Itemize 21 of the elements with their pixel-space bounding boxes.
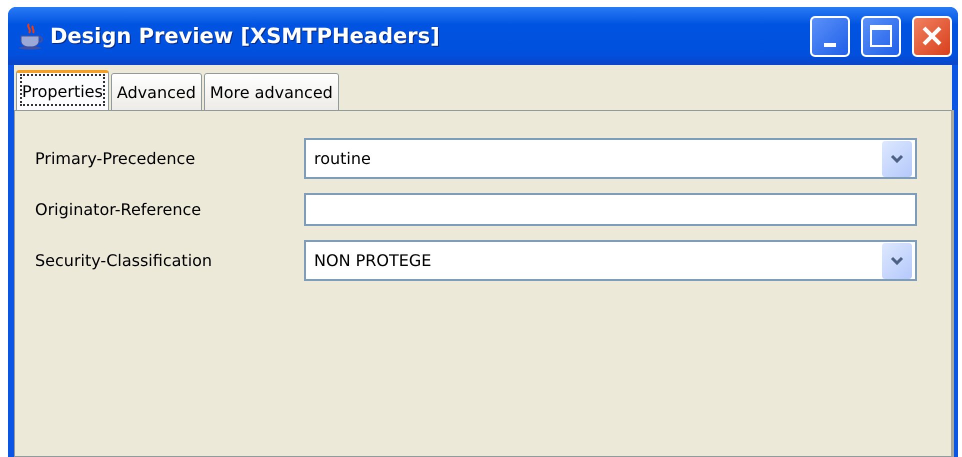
window-title: Design Preview [XSMTPHeaders] [50,24,441,48]
close-button[interactable] [912,16,952,56]
dropdown-field[interactable]: NON PROTEGE [304,240,917,281]
field-label: Originator-Reference [35,200,202,219]
chevron-down-icon [890,256,904,266]
input-field[interactable] [304,193,917,226]
tab[interactable]: Properties [16,70,109,110]
dropdown-field[interactable]: routine [304,138,917,179]
tab[interactable]: Advanced [110,73,202,110]
dropdown-button[interactable] [882,242,912,278]
coffee-cup-icon [18,22,44,50]
maximize-button[interactable] [861,16,901,56]
close-icon [921,25,943,47]
minimize-button[interactable] [810,16,850,56]
maximize-icon [869,24,893,48]
tab[interactable]: More advanced [204,73,339,110]
field-label: Primary-Precedence [35,149,196,168]
field-label: Security-Classification [35,251,214,270]
minimize-icon [824,43,836,47]
dropdown-button[interactable] [882,140,912,176]
chevron-down-icon [890,154,904,164]
